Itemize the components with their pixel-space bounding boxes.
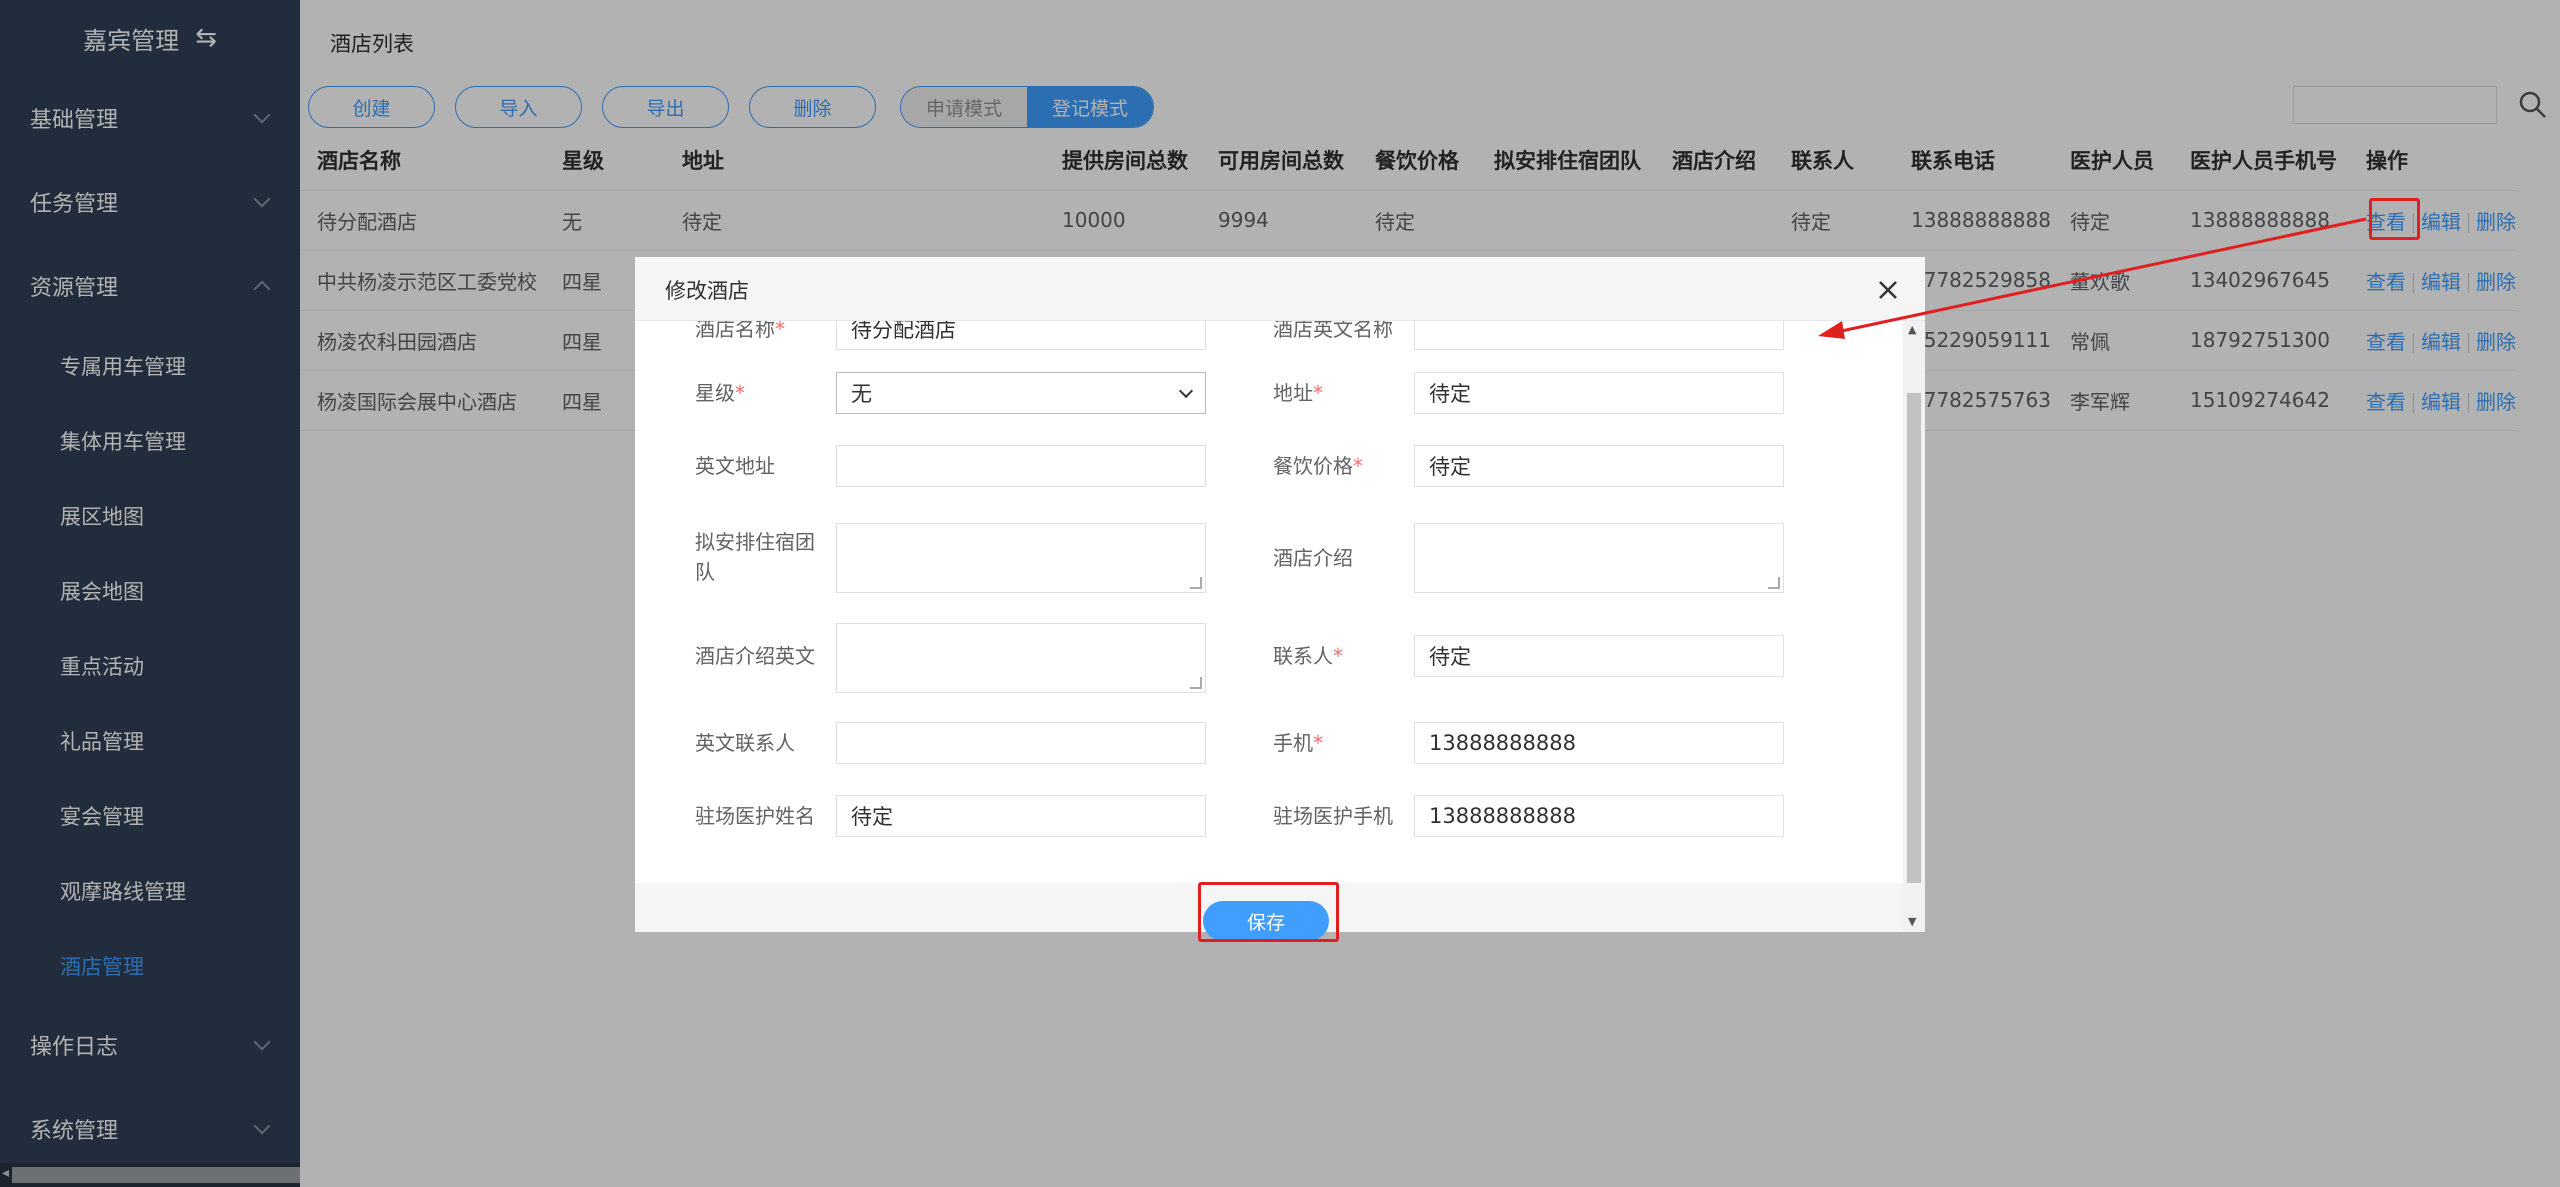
label-text: 联系人 (1273, 644, 1333, 668)
mobile-input[interactable]: 13888888888 (1414, 722, 1784, 764)
required-mark: * (1353, 454, 1363, 478)
required-mark: * (1313, 381, 1323, 405)
annotation-box-save (1198, 882, 1339, 942)
input-value: 待定 (1429, 645, 1471, 669)
label-text: 英文地址 (695, 454, 775, 478)
input-value: 待定 (851, 805, 893, 829)
select-value: 无 (851, 382, 872, 406)
medic-name-label: 驻场医护姓名 (695, 801, 815, 831)
price-input[interactable]: 待定 (1414, 445, 1784, 487)
address-input[interactable]: 待定 (1414, 372, 1784, 414)
dialog-header: 修改酒店 (635, 257, 1925, 321)
label-text: 英文联系人 (695, 731, 795, 755)
scroll-up-icon[interactable]: ▲ (1908, 323, 1916, 336)
input-value: 待分配酒店 (851, 321, 956, 342)
label-text: 酒店英文名称 (1273, 321, 1393, 341)
intro-label: 酒店介绍 (1273, 543, 1353, 573)
edit-hotel-dialog: 修改酒店 酒店名称* 待分配酒店 酒店英文名称 星级* 无 地址* 待定 英文地… (635, 257, 1925, 932)
hotel-en-name-input[interactable] (1414, 321, 1784, 350)
hotel-en-name-label: 酒店英文名称 (1273, 321, 1393, 344)
required-mark: * (1333, 644, 1343, 668)
price-label: 餐饮价格* (1273, 451, 1363, 481)
en-contact-label: 英文联系人 (695, 728, 795, 758)
vertical-scrollbar[interactable]: ▲ ▼ (1903, 321, 1925, 932)
medic-mobile-label: 驻场医护手机 (1273, 801, 1393, 831)
chevron-down-icon (1178, 383, 1194, 399)
intro-en-label: 酒店介绍英文 (695, 641, 815, 671)
contact-label: 联系人* (1273, 641, 1343, 671)
mobile-label: 手机* (1273, 728, 1323, 758)
required-mark: * (735, 381, 745, 405)
en-address-input[interactable] (836, 445, 1206, 487)
label-text: 地址 (1273, 381, 1313, 405)
label-text: 拟安排住宿团队 (695, 530, 815, 584)
label-text: 星级 (695, 381, 735, 405)
annotation-box-view (2369, 198, 2420, 240)
label-text: 酒店名称 (695, 321, 775, 341)
label-text: 酒店介绍英文 (695, 644, 815, 668)
medic-mobile-input[interactable]: 13888888888 (1414, 795, 1784, 837)
required-mark: * (1313, 731, 1323, 755)
en-contact-input[interactable] (836, 722, 1206, 764)
address-label: 地址* (1273, 378, 1323, 408)
label-text: 手机 (1273, 731, 1313, 755)
input-value: 13888888888 (1429, 804, 1576, 828)
dialog-title: 修改酒店 (665, 279, 749, 303)
hotel-name-input[interactable]: 待分配酒店 (836, 321, 1206, 350)
dialog-body: 酒店名称* 待分配酒店 酒店英文名称 星级* 无 地址* 待定 英文地址 餐饮价… (635, 321, 1903, 869)
team-textarea[interactable] (836, 523, 1206, 593)
input-value: 待定 (1429, 382, 1471, 406)
intro-en-textarea[interactable] (836, 623, 1206, 693)
close-icon[interactable] (1873, 275, 1903, 305)
input-value: 待定 (1429, 455, 1471, 479)
label-text: 驻场医护姓名 (695, 804, 815, 828)
scroll-down-icon[interactable]: ▼ (1908, 915, 1916, 928)
hotel-name-label: 酒店名称* (695, 321, 785, 344)
label-text: 餐饮价格 (1273, 454, 1353, 478)
label-text: 酒店介绍 (1273, 546, 1353, 570)
contact-input[interactable]: 待定 (1414, 635, 1784, 677)
team-label: 拟安排住宿团队 (695, 527, 825, 587)
required-mark: * (775, 321, 785, 341)
medic-name-input[interactable]: 待定 (836, 795, 1206, 837)
en-address-label: 英文地址 (695, 451, 775, 481)
input-value: 13888888888 (1429, 731, 1576, 755)
star-label: 星级* (695, 378, 745, 408)
intro-textarea[interactable] (1414, 523, 1784, 593)
star-select[interactable]: 无 (836, 372, 1206, 414)
label-text: 驻场医护手机 (1273, 804, 1393, 828)
scrollbar-thumb[interactable] (1907, 393, 1921, 883)
